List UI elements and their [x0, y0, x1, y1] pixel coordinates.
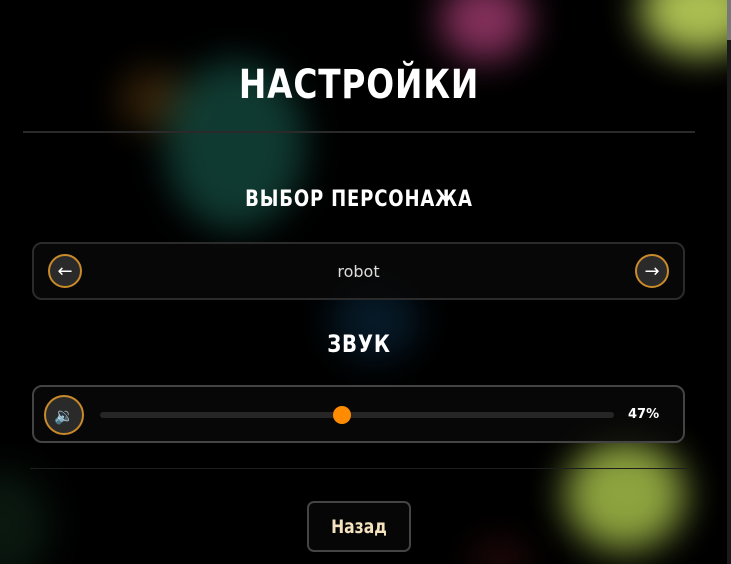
- back-button-label: Назад: [331, 515, 387, 538]
- settings-screen: НАСТРОЙКИ ВЫБОР ПЕРСОНАЖА ← robot → ЗВУК…: [0, 0, 731, 564]
- volume-control: 🔉 47%: [32, 385, 685, 443]
- volume-slider[interactable]: [100, 406, 614, 424]
- bokeh-light: [565, 440, 685, 550]
- page-title: НАСТРОЙКИ: [238, 62, 480, 108]
- bokeh-light: [640, 0, 731, 55]
- back-button[interactable]: Назад: [307, 501, 411, 552]
- character-section-heading: ВЫБОР ПЕРСОНАЖА: [245, 187, 473, 212]
- scrollbar[interactable]: [727, 0, 731, 564]
- volume-slider-thumb[interactable]: [332, 406, 351, 424]
- speaker-icon: 🔉: [54, 405, 74, 425]
- divider: [23, 131, 695, 133]
- character-selector: ← robot →: [32, 242, 685, 300]
- character-name: robot: [337, 262, 380, 281]
- bokeh-light: [0, 470, 50, 564]
- divider: [30, 468, 688, 469]
- arrow-right-icon: →: [644, 260, 660, 282]
- mute-button[interactable]: 🔉: [44, 395, 84, 435]
- sound-section-heading: ЗВУК: [327, 330, 391, 358]
- scrollbar-thumb[interactable]: [727, 0, 731, 40]
- bokeh-light: [440, 0, 530, 60]
- volume-value: 47%: [628, 407, 660, 422]
- bokeh-light: [470, 540, 530, 564]
- next-character-button[interactable]: →: [635, 254, 669, 288]
